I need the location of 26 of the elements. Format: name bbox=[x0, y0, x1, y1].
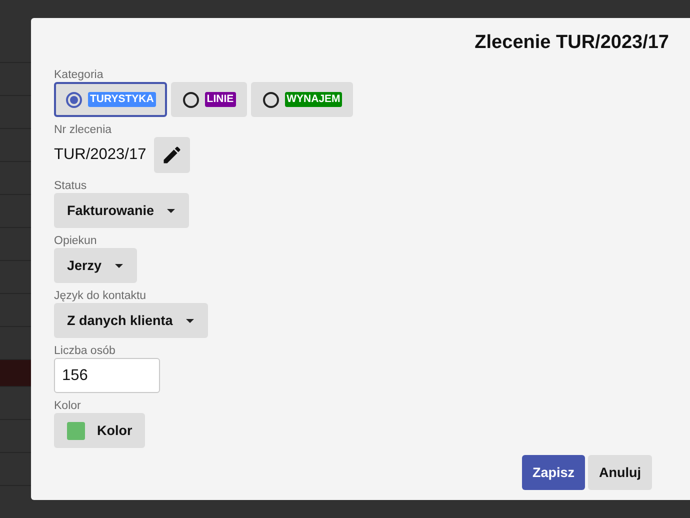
dialog-title: Zlecenie TUR/2023/17 bbox=[474, 31, 669, 55]
field-label: Liczba osób bbox=[54, 345, 116, 358]
caret-icon bbox=[114, 262, 124, 268]
dropdown-button[interactable]: Z danych klienta bbox=[54, 303, 208, 338]
dropdown-button[interactable]: Jerzy bbox=[54, 248, 137, 283]
radio-option[interactable]: LINIE bbox=[170, 82, 247, 117]
dropdown-button[interactable]: Fakturowanie bbox=[54, 193, 190, 228]
category-badge: WYNAJEM bbox=[284, 92, 342, 107]
caret-icon bbox=[166, 208, 176, 214]
field-label: Kategoria bbox=[54, 69, 104, 82]
field-label: Status bbox=[54, 180, 87, 193]
field-label: Opiekun bbox=[54, 235, 97, 248]
caret-icon bbox=[184, 318, 195, 324]
field-value: TUR/2023/17 bbox=[54, 146, 146, 164]
edit-button[interactable] bbox=[154, 137, 190, 173]
field-label: Język do kontaktu bbox=[54, 290, 146, 303]
pencil-icon bbox=[161, 144, 184, 166]
field-label: Kolor bbox=[54, 400, 81, 413]
radio-option[interactable]: WYNAJEM bbox=[250, 82, 354, 117]
field-label: Nr zlecenia bbox=[54, 124, 112, 137]
color-button[interactable]: Kolor bbox=[54, 413, 146, 448]
save-button[interactable]: Zapisz bbox=[522, 455, 585, 490]
category-badge: LINIE bbox=[204, 92, 236, 107]
cancel-button[interactable]: Anuluj bbox=[588, 455, 652, 490]
category-badge: TURYSTYKA bbox=[88, 92, 156, 107]
number-field[interactable]: 156 bbox=[54, 358, 160, 393]
